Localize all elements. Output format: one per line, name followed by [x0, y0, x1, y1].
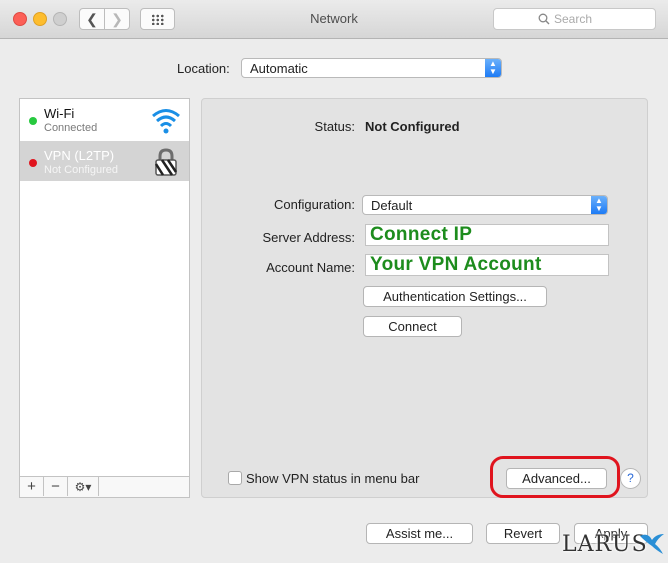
status-dot-red [29, 159, 37, 167]
search-icon [538, 13, 550, 25]
annotation-highlight-ring [490, 456, 620, 498]
stepper-icon: ▲ ▼ [591, 196, 607, 214]
wifi-icon [152, 109, 180, 134]
show-vpn-status-label: Show VPN status in menu bar [246, 471, 420, 486]
account-name-label: Account Name: [266, 260, 355, 275]
larus-watermark: LARUS [562, 530, 666, 560]
revert-button[interactable]: Revert [486, 523, 560, 544]
status-label: Status: [314, 119, 355, 134]
location-value: Automatic [250, 61, 308, 76]
bird-logo-icon [640, 534, 664, 554]
authentication-settings-button[interactable]: Authentication Settings... [363, 286, 547, 307]
service-list-toolbar: + − ⚙▾ [20, 476, 189, 497]
service-list: Wi-Fi Connected VPN (L2TP) Not Configure… [19, 98, 190, 498]
server-address-field[interactable]: Connect IP [365, 224, 609, 246]
location-label: Location: [177, 61, 230, 76]
location-select[interactable]: Automatic ▲ ▼ [241, 58, 502, 78]
network-preferences-window: ❮ ❯ Network Location: Automatic ▲▼ Wi-Fi… [0, 0, 668, 563]
stepper-icon: ▲ ▼ [485, 59, 501, 77]
remove-service-button[interactable]: − [44, 477, 68, 496]
status-value: Not Configured [365, 119, 460, 134]
service-status: Connected [44, 122, 98, 134]
service-name: Wi-Fi [44, 106, 75, 121]
configuration-select[interactable]: Default ▲ ▼ [362, 195, 608, 215]
service-item-vpn[interactable]: VPN (L2TP) Not Configured [20, 141, 189, 181]
add-service-button[interactable]: + [20, 477, 44, 496]
search-input[interactable] [554, 12, 649, 26]
configuration-label: Configuration: [274, 197, 355, 212]
service-status: Not Configured [44, 164, 118, 176]
assist-me-button[interactable]: Assist me... [366, 523, 473, 544]
show-vpn-status-checkbox[interactable] [228, 471, 242, 485]
server-address-label: Server Address: [262, 230, 356, 245]
account-name-field[interactable]: Your VPN Account [365, 254, 609, 276]
service-name: VPN (L2TP) [44, 148, 115, 163]
gear-icon[interactable]: ⚙▾ [68, 477, 99, 496]
help-button[interactable]: ? [620, 468, 641, 489]
lock-icon [154, 148, 178, 176]
title-bar: ❮ ❯ Network [0, 0, 668, 39]
status-dot-green [29, 117, 37, 125]
service-item-wifi[interactable]: Wi-Fi Connected [20, 99, 189, 139]
configuration-value: Default [371, 198, 413, 213]
vpn-detail-panel: Status: Not Configured Configuration: De… [201, 98, 648, 498]
search-field[interactable] [493, 8, 656, 30]
connect-button[interactable]: Connect [363, 316, 462, 337]
watermark-text: LARUS [562, 532, 648, 557]
